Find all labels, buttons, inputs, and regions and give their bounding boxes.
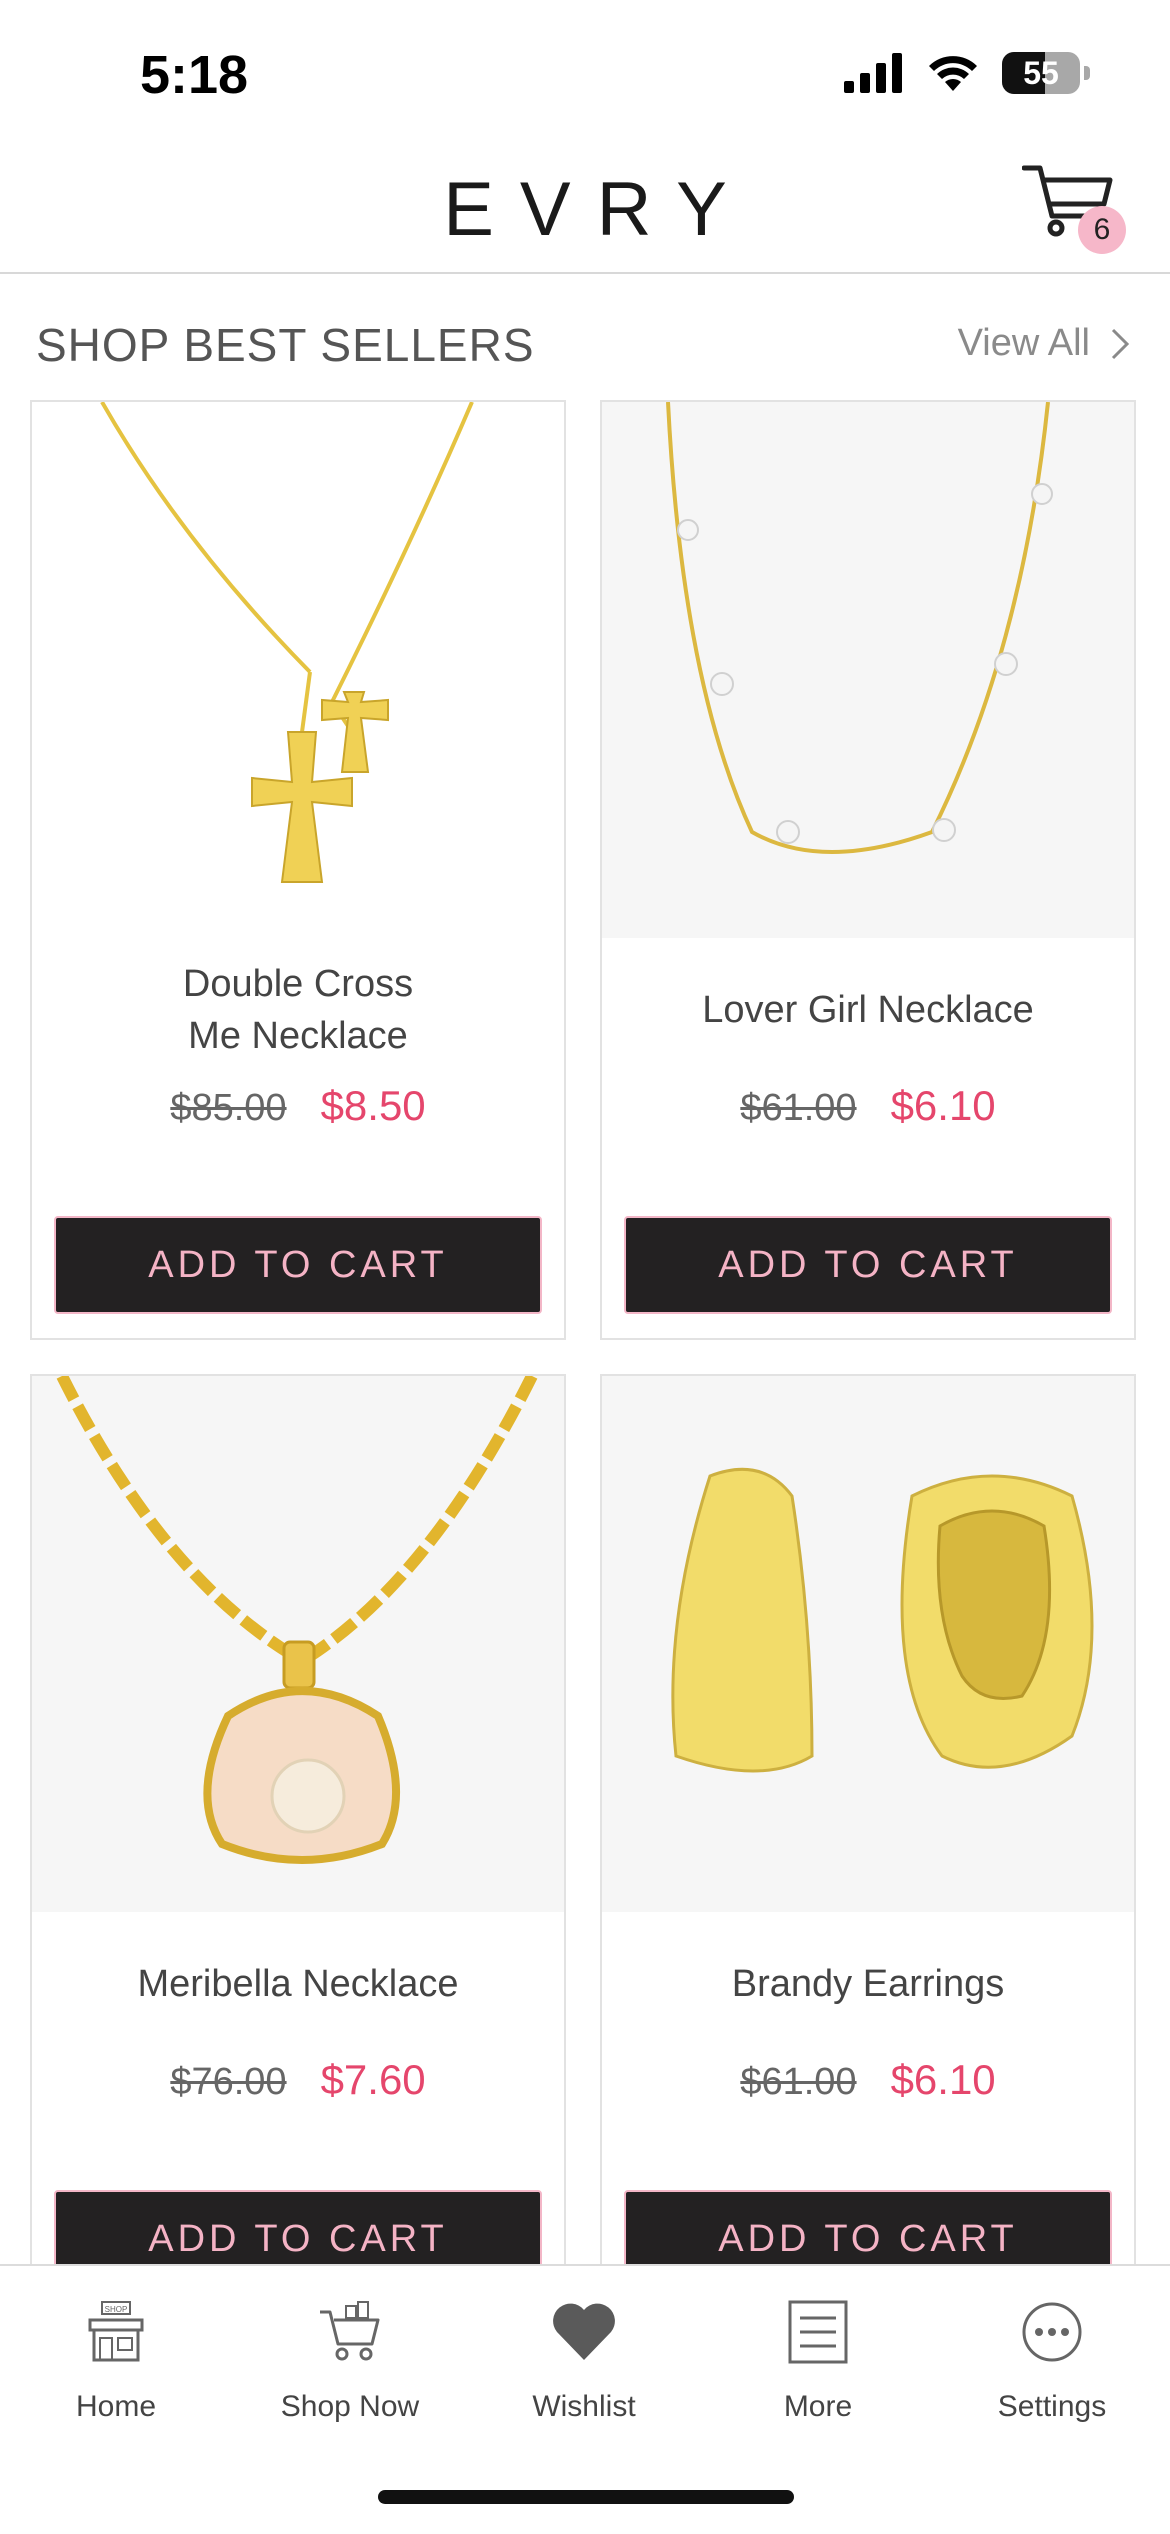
tab-label: Settings	[997, 2390, 1107, 2423]
battery-icon: 55	[1002, 52, 1080, 94]
add-to-cart-button[interactable]: ADD TO CART	[624, 1216, 1112, 1314]
product-name[interactable]: Meribella Necklace	[52, 1958, 544, 2010]
product-card[interactable]: Brandy Earrings $61.00 $6.10 ADD TO CART	[600, 1374, 1136, 2314]
app-header: EVRY 6	[0, 140, 1170, 274]
original-price: $76.00	[170, 2061, 287, 2103]
price-row: $61.00 $6.10	[602, 2056, 1134, 2104]
tab-home[interactable]: SHOP Home	[16, 2296, 216, 2424]
tab-wishlist[interactable]: Wishlist	[484, 2296, 684, 2424]
status-bar: 5:18 55	[0, 0, 1170, 140]
product-image[interactable]	[602, 402, 1134, 938]
sale-price: $8.50	[320, 1082, 426, 1129]
status-time: 5:18	[140, 45, 249, 105]
price-row: $85.00 $8.50	[32, 1082, 564, 1130]
product-name[interactable]: Lover Girl Necklace	[622, 984, 1114, 1036]
hoop-earrings-image	[671, 1467, 1094, 1773]
original-price: $61.00	[740, 1087, 857, 1129]
more-dots-icon	[1022, 2302, 1082, 2362]
product-name-line1: Double Cross	[182, 963, 414, 1005]
tab-more[interactable]: More	[718, 2296, 918, 2424]
price-row: $61.00 $6.10	[602, 1082, 1134, 1130]
view-all-label: View All	[957, 322, 1090, 364]
cart-button[interactable]: 6	[1021, 162, 1132, 262]
svg-text:SHOP: SHOP	[105, 2305, 128, 2314]
sale-price: $6.10	[890, 1082, 996, 1129]
pearl-chain-necklace-image	[666, 402, 1053, 854]
tab-label: More	[783, 2390, 853, 2423]
list-icon	[788, 2300, 848, 2364]
cellular-signal-icon	[844, 53, 902, 93]
battery-tip	[1084, 66, 1090, 80]
shell-pearl-necklace-image	[56, 1376, 538, 1864]
product-name[interactable]: Double Cross Me Necklace	[52, 958, 544, 1062]
original-price: $85.00	[170, 1087, 287, 1129]
section-title: SHOP BEST SELLERS	[36, 319, 535, 371]
product-image[interactable]	[32, 402, 564, 938]
cart-count-badge: 6	[1078, 206, 1126, 254]
product-card[interactable]: Double Cross Me Necklace $85.00 $8.50 AD…	[30, 400, 566, 1340]
price-row: $76.00 $7.60	[32, 2056, 564, 2104]
cross-necklace-image	[100, 402, 474, 883]
home-indicator[interactable]	[378, 2490, 794, 2504]
product-name-line2: Me Necklace	[188, 1015, 408, 1057]
original-price: $61.00	[740, 2061, 857, 2103]
brand-logo[interactable]: EVRY	[0, 166, 1170, 253]
tab-label: Home	[75, 2390, 157, 2423]
shopping-cart-icon	[320, 2301, 380, 2361]
shop-storefront-icon: SHOP	[88, 2301, 144, 2362]
sale-price: $6.10	[890, 2056, 996, 2103]
tab-shop-now[interactable]: Shop Now	[250, 2296, 450, 2424]
product-name[interactable]: Brandy Earrings	[622, 1958, 1114, 2010]
tab-settings[interactable]: Settings	[952, 2296, 1152, 2424]
wifi-icon	[929, 56, 977, 91]
heart-icon	[553, 2303, 615, 2360]
status-icons: 55	[844, 52, 1090, 94]
view-all-link[interactable]: View All	[958, 322, 1130, 365]
product-image[interactable]	[602, 1376, 1134, 1912]
product-card[interactable]: Lover Girl Necklace $61.00 $6.10 ADD TO …	[600, 400, 1136, 1340]
battery-percent: 55	[1023, 54, 1059, 91]
product-card[interactable]: Meribella Necklace $76.00 $7.60 ADD TO C…	[30, 1374, 566, 2314]
sale-price: $7.60	[320, 2056, 426, 2103]
product-image[interactable]	[32, 1376, 564, 1912]
tab-label: Wishlist	[532, 2390, 636, 2423]
add-to-cart-button[interactable]: ADD TO CART	[54, 1216, 542, 1314]
tab-label: Shop Now	[280, 2390, 420, 2423]
chevron-right-icon	[1111, 328, 1130, 359]
